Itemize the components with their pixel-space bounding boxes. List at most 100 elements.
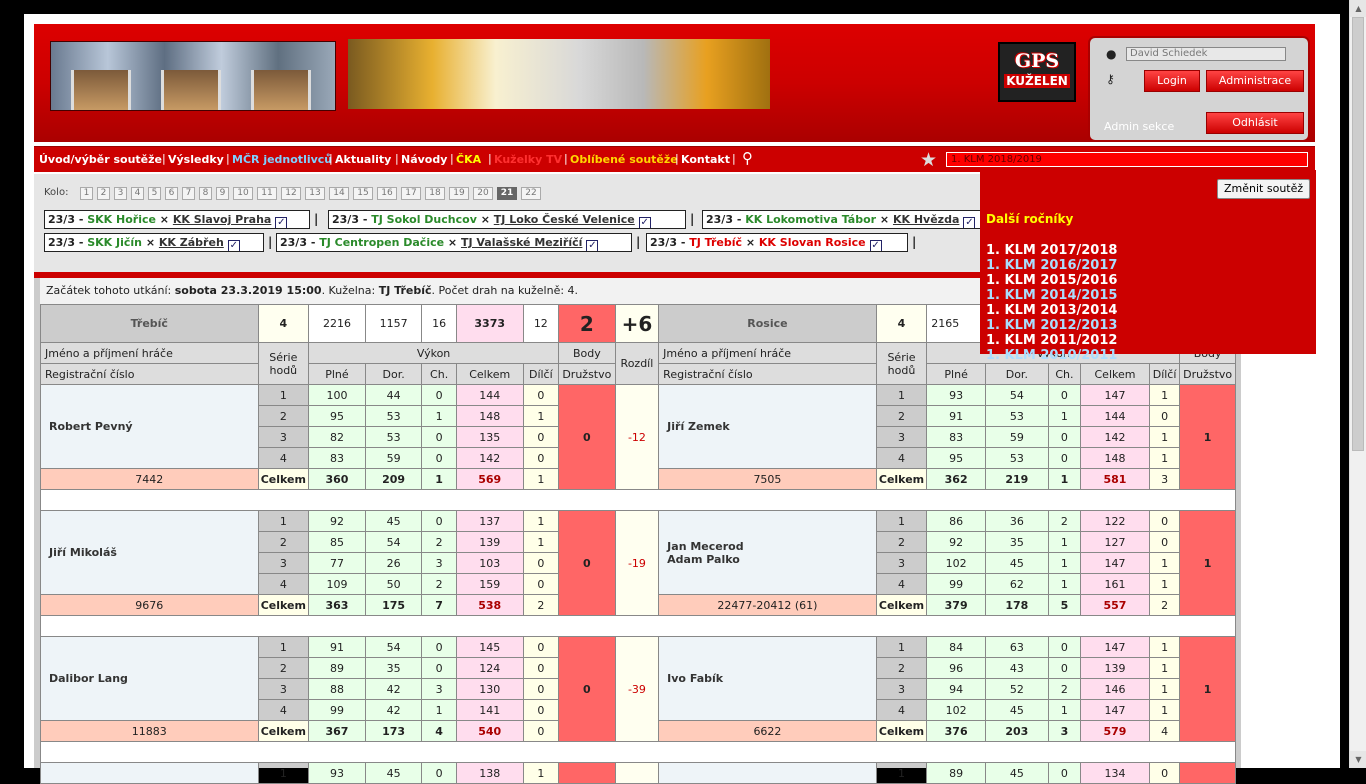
match-home-team[interactable]: KK Lokomotiva Tábor	[745, 213, 876, 226]
season-link[interactable]: 1. KLM 2011/2012	[986, 333, 1117, 348]
logout-button[interactable]: Odhlásit	[1206, 112, 1304, 134]
home-series-value: 54	[364, 636, 423, 658]
match-link[interactable]: 23/3 - TJ Sokol Duchcov × TJ Loko České …	[328, 210, 686, 229]
nav-item-2[interactable]: MČR jednotlivců	[232, 153, 332, 166]
season-link[interactable]: 1. KLM 2017/2018	[986, 243, 1117, 258]
match-link[interactable]: 23/3 - KK Lokomotiva Tábor × KK Hvězda ✓	[702, 210, 982, 229]
season-link[interactable]: 1. KLM 2010/2011	[986, 348, 1117, 363]
home-series-value: 1	[522, 405, 560, 427]
match-away-team[interactable]: KK Slovan Rosice	[759, 236, 866, 249]
match-link[interactable]: 23/3 - TJ Třebíč × KK Slovan Rosice ✓	[646, 233, 908, 252]
nav-item-5[interactable]: ČKA	[456, 153, 481, 166]
match-home-team[interactable]: SKK Jičín	[87, 236, 142, 249]
match-away-team[interactable]: KK Slavoj Praha	[173, 213, 271, 226]
round-17-link[interactable]: 17	[401, 187, 421, 200]
round-6-link[interactable]: 6	[165, 187, 178, 200]
sponsor-banner[interactable]	[348, 39, 770, 109]
admin-button[interactable]: Administrace	[1206, 70, 1304, 92]
home-player-name-text[interactable]: Dalibor Lang	[49, 672, 128, 685]
round-11-link[interactable]: 11	[257, 187, 277, 200]
home-total-value: 7	[421, 594, 457, 616]
home-full: 2216	[308, 304, 366, 343]
round-8-link[interactable]: 8	[199, 187, 212, 200]
round-18-link[interactable]: 18	[425, 187, 445, 200]
checkbox-icon[interactable]: ✓	[275, 217, 288, 228]
round-7-link[interactable]: 7	[182, 187, 195, 200]
away-player-name-text[interactable]: Jiří Zemek	[667, 420, 730, 433]
round-9-link[interactable]: 9	[216, 187, 229, 200]
checkbox-icon[interactable]: ✓	[869, 240, 882, 251]
scroll-down-icon[interactable]: ▼	[1350, 751, 1366, 768]
round-20-link[interactable]: 20	[473, 187, 493, 200]
match-link[interactable]: 23/3 - TJ Centropen Dačice × TJ Valašské…	[276, 233, 632, 252]
away-series-value: 3	[875, 552, 928, 574]
round-15-link[interactable]: 15	[353, 187, 373, 200]
checkbox-icon[interactable]: ✓	[638, 217, 651, 228]
nav-item-6[interactable]: Kuželky TV	[494, 153, 562, 166]
away-series-value: 1	[1047, 405, 1082, 427]
round-3-link[interactable]: 3	[114, 187, 127, 200]
nav-item-7[interactable]: Oblíbené soutěže	[570, 153, 678, 166]
round-14-link[interactable]: 14	[329, 187, 349, 200]
round-12-link[interactable]: 12	[281, 187, 301, 200]
scroll-up-icon[interactable]: ▲	[1350, 0, 1366, 17]
home-player-points	[558, 762, 616, 784]
round-22-link[interactable]: 22	[521, 187, 541, 200]
away-substitute-name[interactable]: Adam Palko	[667, 553, 740, 566]
season-link[interactable]: 1. KLM 2012/2013	[986, 318, 1117, 333]
match-link[interactable]: 23/3 - SKK Jičín × KK Zábřeh ✓	[44, 233, 264, 252]
checkbox-icon[interactable]: ✓	[963, 217, 976, 228]
match-away-team[interactable]: TJ Loko České Velenice	[494, 213, 635, 226]
season-link[interactable]: 1. KLM 2015/2016	[986, 273, 1117, 288]
match-home-team[interactable]: TJ Sokol Duchcov	[371, 213, 477, 226]
nav-item-1[interactable]: Výsledky	[168, 153, 224, 166]
login-button[interactable]: Login	[1144, 70, 1200, 92]
away-series-value: 86	[926, 510, 986, 532]
change-league-button[interactable]: Změnit soutěž	[1217, 179, 1311, 199]
home-series-value: 95	[308, 405, 366, 427]
search-icon[interactable]: ⚲	[742, 149, 753, 167]
round-4-link[interactable]: 4	[131, 187, 144, 200]
nav-item-3[interactable]: Aktuality	[335, 153, 391, 166]
season-link[interactable]: 1. KLM 2014/2015	[986, 288, 1117, 303]
scroll-thumb[interactable]	[1352, 17, 1364, 451]
round-5-link[interactable]: 5	[148, 187, 161, 200]
round-2-link[interactable]: 2	[97, 187, 110, 200]
season-link[interactable]: 1. KLM 2016/2017	[986, 258, 1117, 273]
match-home-team[interactable]: TJ Centropen Dačice	[319, 236, 444, 249]
round-13-link[interactable]: 13	[305, 187, 325, 200]
match-home-team[interactable]: TJ Třebíč	[689, 236, 742, 249]
spacer	[40, 615, 1236, 637]
divider: |	[636, 235, 641, 249]
round-10-link[interactable]: 10	[233, 187, 253, 200]
match-away-team[interactable]: TJ Valašské Meziříčí	[461, 236, 582, 249]
favorite-star-icon[interactable]: ★	[920, 149, 937, 171]
match-away-team[interactable]: KK Zábřeh	[159, 236, 224, 249]
round-1-link[interactable]: 1	[80, 187, 93, 200]
scrollbar[interactable]: ▲ ▼	[1349, 0, 1366, 768]
away-player-name-text[interactable]: Ivo Fabík	[667, 672, 723, 685]
match-away-team[interactable]: KK Hvězda	[893, 213, 959, 226]
home-series-value: 2	[257, 657, 310, 679]
home-series-value: 77	[308, 552, 366, 574]
gps-kuzelen-logo[interactable]: GPS KUŽELEN	[998, 42, 1076, 102]
round-19-link[interactable]: 19	[449, 187, 469, 200]
match-home-team[interactable]: SKK Hořice	[87, 213, 156, 226]
round-16-link[interactable]: 16	[377, 187, 397, 200]
nav-item-8[interactable]: Kontakt	[681, 153, 730, 166]
nav-item-4[interactable]: Návody	[401, 153, 447, 166]
checkbox-icon[interactable]: ✓	[227, 240, 240, 251]
league-select[interactable]: 1. KLM 2018/2019	[946, 152, 1308, 167]
home-player-name-text[interactable]: Jiří Mikoláš	[49, 546, 117, 559]
round-21-link[interactable]: 21	[497, 187, 517, 200]
away-player-name-text[interactable]: Jan Mecerod	[667, 540, 743, 553]
checkbox-icon[interactable]: ✓	[586, 240, 599, 251]
score-diff: +6	[614, 304, 660, 343]
home-player-name-text[interactable]: Robert Pevný	[49, 420, 133, 433]
nav-item-0[interactable]: Úvod/výběr soutěže	[39, 153, 162, 166]
match-link[interactable]: 23/3 - SKK Hořice × KK Slavoj Praha ✓	[44, 210, 310, 229]
username-field[interactable]: David Schiedek	[1126, 47, 1286, 61]
season-link[interactable]: 1. KLM 2013/2014	[986, 303, 1117, 318]
user-icon: ●	[1106, 47, 1117, 61]
away-series-value: 62	[984, 573, 1049, 595]
